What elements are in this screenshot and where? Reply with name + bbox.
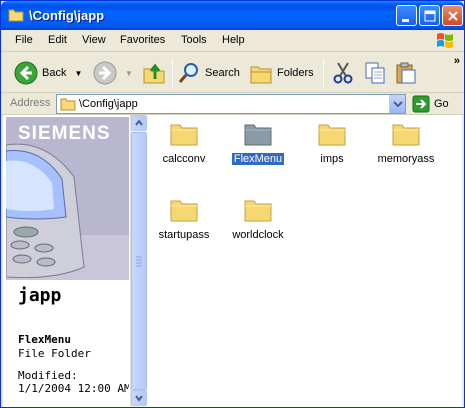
folder-item-label: worldclock — [232, 229, 284, 241]
folder-title: japp — [18, 285, 62, 306]
toolbar-separator — [172, 59, 173, 87]
folder-item-label: FlexMenu — [231, 153, 285, 165]
paste-icon — [396, 62, 416, 84]
back-button[interactable]: Back ▼ — [14, 59, 82, 87]
go-button[interactable]: Go — [412, 94, 449, 114]
folder-icon — [244, 200, 272, 222]
menu-help[interactable]: Help — [222, 34, 245, 46]
vertical-scrollbar[interactable] — [130, 115, 147, 407]
details-pane: SIEMENS japp FlexMenu File Folder Modifi… — [6, 117, 129, 405]
folder-icon — [170, 124, 198, 146]
folder-item-label: startupass — [158, 229, 210, 241]
copy-button[interactable] — [363, 59, 387, 87]
go-arrow-icon — [412, 95, 430, 113]
menu-bar: File Edit View Favorites Tools Help — [1, 30, 464, 52]
scroll-down-icon — [135, 395, 143, 402]
up-folder-button[interactable] — [142, 59, 166, 87]
file-list: calcconv FlexMenu imps memoryass startup… — [147, 115, 462, 407]
scissors-icon — [333, 62, 353, 84]
window-title: \Config\japp — [29, 8, 105, 23]
search-button[interactable]: Search — [177, 59, 240, 87]
toolbar: Back ▼ ▼ Search Folders » — [1, 53, 464, 93]
cut-button[interactable] — [331, 59, 355, 87]
up-folder-icon — [143, 63, 165, 84]
address-label: Address — [10, 97, 51, 109]
scroll-up-button[interactable] — [131, 115, 147, 131]
maximize-button[interactable] — [419, 5, 440, 26]
copy-icon — [365, 62, 385, 84]
scroll-down-button[interactable] — [131, 390, 147, 406]
forward-arrow-icon — [93, 61, 117, 85]
back-arrow-icon — [14, 61, 38, 85]
menu-edit[interactable]: Edit — [48, 34, 67, 46]
modified-date: 1/1/2004 12:00 AM — [18, 382, 129, 395]
search-icon — [178, 63, 198, 83]
folder-icon — [318, 124, 346, 146]
menu-file[interactable]: File — [15, 34, 33, 46]
scroll-thumb[interactable] — [131, 132, 147, 390]
folders-icon — [250, 66, 272, 84]
minimize-icon — [402, 19, 409, 22]
folder-icon — [392, 124, 420, 146]
menu-favorites[interactable]: Favorites — [120, 34, 165, 46]
go-label: Go — [434, 98, 449, 110]
folder-item-startupass[interactable]: startupass — [147, 191, 221, 241]
maximize-icon — [424, 10, 436, 22]
address-dropdown-button[interactable] — [389, 95, 405, 113]
search-label: Search — [205, 67, 240, 79]
folder-icon — [170, 200, 198, 222]
folder-item-memoryass[interactable]: memoryass — [369, 115, 443, 165]
folder-item-calcconv[interactable]: calcconv — [147, 115, 221, 165]
back-dropdown-icon[interactable]: ▼ — [74, 69, 82, 78]
folder-item-label: memoryass — [377, 153, 435, 165]
windows-logo-icon — [437, 33, 453, 48]
explorer-window: \Config\japp File Edit View Favorites To… — [0, 0, 465, 408]
selected-item-name: FlexMenu — [18, 333, 71, 346]
close-button[interactable] — [442, 5, 463, 26]
selected-item-type: File Folder — [18, 347, 91, 360]
folder-icon — [60, 98, 76, 111]
folder-icon — [8, 9, 24, 22]
back-label: Back — [42, 67, 67, 79]
toolbar-separator — [323, 59, 324, 87]
folder-icon — [244, 124, 272, 146]
grip-icon — [136, 256, 142, 267]
title-bar[interactable]: \Config\japp — [1, 1, 464, 30]
folder-item-worldclock[interactable]: worldclock — [221, 191, 295, 241]
toolbar-overflow-icon[interactable]: » — [454, 55, 460, 67]
paste-button[interactable] — [394, 59, 418, 87]
folder-item-label: calcconv — [162, 153, 206, 165]
folder-item-imps[interactable]: imps — [295, 115, 369, 165]
minimize-button[interactable] — [396, 5, 417, 26]
folders-button[interactable]: Folders — [249, 59, 314, 87]
folders-label: Folders — [277, 67, 314, 79]
folder-item-flexmenu[interactable]: FlexMenu — [221, 115, 295, 165]
address-bar: Address \Config\japp Go — [1, 93, 464, 115]
content-area: SIEMENS japp FlexMenu File Folder Modifi… — [3, 115, 462, 407]
folder-item-label: imps — [320, 153, 344, 165]
address-value: \Config\japp — [79, 98, 138, 110]
forward-dropdown-icon: ▼ — [125, 68, 133, 78]
scroll-up-icon — [135, 119, 143, 126]
address-input[interactable]: \Config\japp — [56, 94, 406, 114]
modified-label: Modified: — [18, 369, 78, 382]
close-icon — [448, 11, 458, 21]
brand-logo: SIEMENS — [18, 123, 111, 144]
forward-button[interactable]: ▼ — [93, 59, 133, 87]
menu-tools[interactable]: Tools — [181, 34, 207, 46]
folder-thumbnail: SIEMENS — [6, 117, 129, 280]
chevron-down-icon — [393, 101, 403, 108]
menu-view[interactable]: View — [82, 34, 106, 46]
